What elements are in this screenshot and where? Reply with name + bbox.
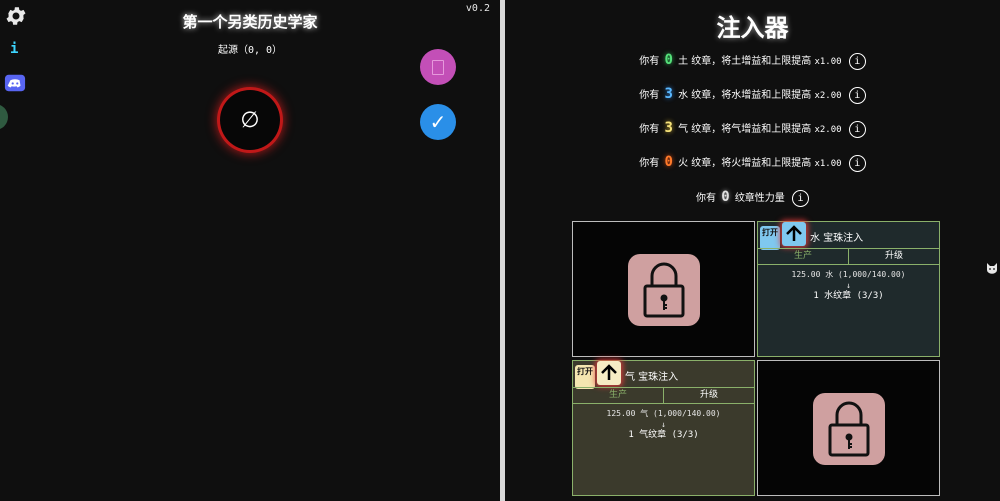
water-label: 水	[678, 90, 689, 101]
tab-produce[interactable]: 生产	[758, 249, 849, 264]
locked-slot	[757, 360, 940, 496]
row-prefix: 你有	[639, 90, 660, 101]
air-badge-row: 你有 3 气 纹章，将气增益和上限提高 x2.00 i	[505, 120, 1000, 138]
water-infuser-card: 打开 水 宝珠注入 生产 升级 125.00 水 (1,000/140.00) …	[757, 221, 940, 357]
power-count: 0	[721, 189, 730, 205]
square-icon	[432, 59, 444, 75]
infuser-tabs: 生产 升级	[573, 387, 754, 404]
infuser-header: 打开 水 宝珠注入	[758, 222, 939, 250]
earth-count: 0	[664, 52, 673, 68]
water-multiplier: x2.00	[814, 91, 842, 101]
row-prefix: 你有	[639, 158, 660, 169]
lock-icon	[628, 254, 700, 326]
infuser-name: 水 宝珠注入	[810, 233, 864, 244]
earth-badge-row: 你有 0 土 纹章，将土增益和上限提高 x1.00 i	[505, 52, 1000, 70]
infuser-title: 注入器	[716, 14, 789, 42]
cat-icon[interactable]	[986, 262, 998, 274]
empty-node-button[interactable]: ∅	[220, 90, 280, 150]
fire-multiplier: x1.00	[814, 159, 842, 169]
tab-upgrade[interactable]: 升级	[849, 249, 939, 264]
air-count: 3	[664, 120, 673, 136]
infuser-recipe: 125.00 气 (1,000/140.00) ↓ 1 气纹章 (3/3)	[573, 408, 754, 441]
upgrade-arrow-button[interactable]	[597, 361, 621, 385]
empty-set-icon: ∅	[240, 107, 260, 133]
arrow-up-icon	[601, 364, 617, 380]
air-multiplier: x2.00	[814, 125, 842, 135]
earth-info-icon[interactable]: i	[848, 52, 866, 70]
fire-count: 0	[664, 154, 673, 170]
power-label: 纹章性力量	[734, 193, 785, 204]
check-icon: ✓	[429, 110, 447, 134]
infuser-name: 气 宝珠注入	[625, 372, 679, 383]
earth-label: 土	[678, 56, 689, 67]
confirm-button[interactable]: ✓	[420, 104, 456, 140]
row-prefix: 你有	[639, 56, 660, 67]
fire-label: 火	[678, 158, 689, 169]
water-badge-row: 你有 3 水 纹章，将水增益和上限提高 x2.00 i	[505, 86, 1000, 104]
row-text: 纹章，将火增益和上限提高	[691, 158, 812, 169]
earth-multiplier: x1.00	[814, 57, 842, 67]
air-info-icon[interactable]: i	[848, 120, 866, 138]
open-button[interactable]: 打开	[760, 226, 780, 250]
recipe-output: 1 水纹章 (3/3)	[813, 291, 884, 301]
locked-slot	[572, 221, 755, 357]
water-info-icon[interactable]: i	[848, 86, 866, 104]
open-button[interactable]: 打开	[575, 365, 595, 389]
lock-icon	[813, 393, 885, 465]
recipe-arrow: ↓	[846, 281, 851, 290]
row-text: 纹章，将水增益和上限提高	[691, 90, 812, 101]
discord-icon[interactable]	[4, 72, 26, 94]
infuser-recipe: 125.00 水 (1,000/140.00) ↓ 1 水纹章 (3/3)	[758, 269, 939, 302]
power-info-icon[interactable]: i	[792, 189, 809, 207]
air-infuser-card: 打开 气 宝珠注入 生产 升级 125.00 气 (1,000/140.00) …	[572, 360, 755, 496]
tab-produce[interactable]: 生产	[573, 388, 664, 403]
row-text: 纹章，将气增益和上限提高	[691, 124, 812, 135]
row-text: 纹章，将土增益和上限提高	[691, 56, 812, 67]
tab-upgrade[interactable]: 升级	[664, 388, 754, 403]
infuser-pane: 注入器 你有 0 土 纹章，将土增益和上限提高 x1.00 i 你有 3 水 纹…	[505, 0, 1000, 501]
game-title: 第一个另类历史学家	[182, 13, 318, 31]
fire-info-icon[interactable]: i	[848, 154, 866, 172]
arrow-up-icon	[786, 225, 802, 241]
fire-badge-row: 你有 0 火 纹章，将火增益和上限提高 x1.00 i	[505, 154, 1000, 172]
game-pane: i 第一个另类历史学家 v0.2 起源（0, 0） ∅ ✓	[0, 0, 500, 501]
row-prefix: 你有	[696, 193, 716, 204]
recipe-output: 1 气纹章 (3/3)	[628, 430, 699, 440]
row-prefix: 你有	[639, 124, 660, 135]
version-label: v0.2	[465, 3, 490, 14]
side-toggle[interactable]	[0, 104, 8, 130]
infuser-header: 打开 气 宝珠注入	[573, 361, 754, 389]
power-row: 你有 0 纹章性力量 i	[505, 189, 1000, 207]
air-label: 气	[678, 124, 689, 135]
recipe-cost: 125.00 气 (1,000/140.00)	[606, 409, 721, 418]
water-count: 3	[664, 86, 673, 102]
recipe-cost: 125.00 水 (1,000/140.00)	[791, 270, 906, 279]
copy-button[interactable]	[420, 49, 456, 85]
infuser-tabs: 生产 升级	[758, 248, 939, 265]
upgrade-arrow-button[interactable]	[782, 222, 806, 246]
recipe-arrow: ↓	[661, 420, 666, 429]
